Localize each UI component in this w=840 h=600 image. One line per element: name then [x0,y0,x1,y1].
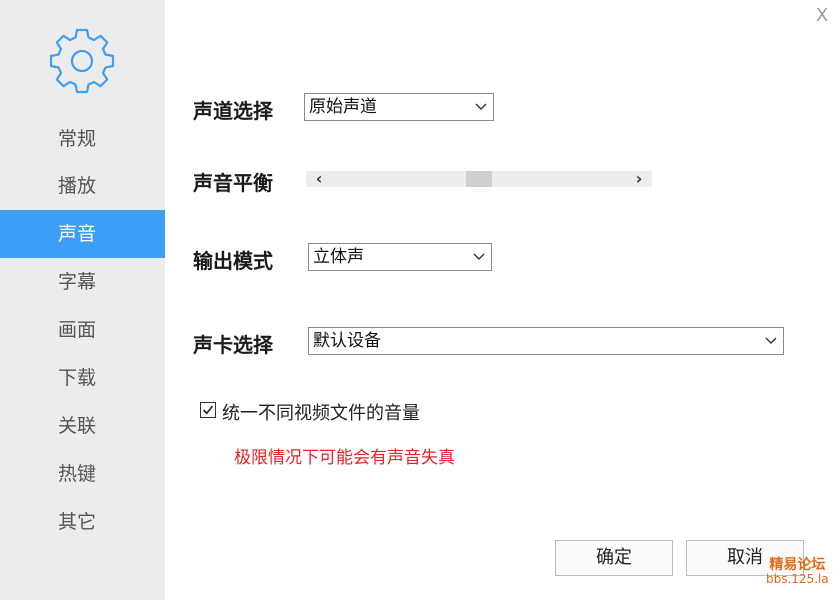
sidebar-item-association[interactable]: 关联 [0,402,165,450]
channel-label: 声道选择 [193,99,273,123]
sidebar-item-playback[interactable]: 播放 [0,162,165,210]
sidebar-item-picture[interactable]: 画面 [0,306,165,354]
balance-slider-thumb[interactable] [466,171,492,187]
close-icon: X [815,5,829,26]
sidebar: 常规 播放 声音 字幕 画面 下载 关联 热键 其它 [0,0,165,600]
balance-left-arrow[interactable]: ‹ [312,171,326,187]
output-label: 输出模式 [193,249,273,273]
ok-button[interactable]: 确定 [555,540,673,576]
balance-right-arrow[interactable]: › [632,171,646,187]
balance-slider[interactable]: ‹ › [306,171,652,187]
channel-select[interactable]: 原始声道 [304,93,494,121]
distortion-warning: 极限情况下可能会有声音失真 [234,448,455,468]
soundcard-label: 声卡选择 [193,333,273,357]
sidebar-item-general[interactable]: 常规 [0,115,165,163]
sidebar-item-subtitles[interactable]: 字幕 [0,258,165,306]
sidebar-item-hotkeys[interactable]: 热键 [0,450,165,498]
chevron-down-icon [475,103,487,110]
sidebar-item-other[interactable]: 其它 [0,498,165,546]
checkmark-icon [202,405,214,415]
sidebar-item-audio[interactable]: 声音 [0,210,165,258]
output-select-value: 立体声 [313,247,364,267]
chevron-down-icon [473,253,485,260]
watermark-url: bbs.125.la [766,572,829,587]
soundcard-select[interactable]: 默认设备 [308,327,784,355]
balance-label: 声音平衡 [193,171,273,195]
soundcard-select-value: 默认设备 [313,331,381,351]
unify-volume-label[interactable]: 统一不同视频文件的音量 [222,399,420,425]
gear-icon [48,26,116,94]
sidebar-item-download[interactable]: 下载 [0,354,165,402]
chevron-down-icon [765,337,777,344]
watermark-title: 精易论坛 [769,557,826,573]
output-select[interactable]: 立体声 [308,243,492,271]
watermark: 精易论坛 bbs.125.la [766,557,829,587]
channel-select-value: 原始声道 [309,97,377,117]
unify-volume-checkbox[interactable] [200,402,216,418]
close-button[interactable]: X [812,6,832,26]
